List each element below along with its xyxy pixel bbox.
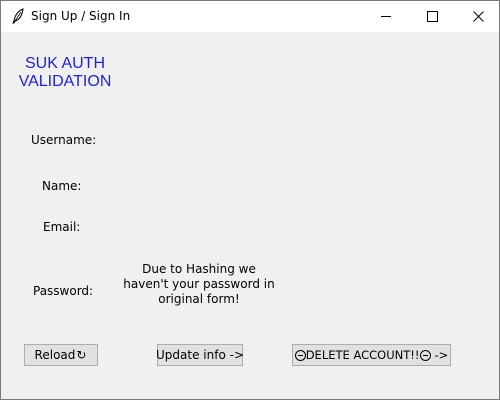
heading-line-2: VALIDATION xyxy=(18,73,112,90)
reload-icon: ↻ xyxy=(76,348,87,362)
circle-minus-icon xyxy=(419,349,431,361)
delete-arrow: -> xyxy=(434,348,449,362)
delete-account-button[interactable]: DELETE ACCOUNT!! -> xyxy=(292,344,451,366)
username-label: Username: xyxy=(31,133,97,147)
heading-line-1: SUK AUTH xyxy=(24,55,105,72)
feather-icon xyxy=(12,8,24,24)
title-bar[interactable]: Sign Up / Sign In xyxy=(1,1,499,32)
reload-button-label: Reload xyxy=(34,348,76,362)
circle-minus-icon xyxy=(294,349,306,361)
app-heading: SUK AUTH VALIDATION xyxy=(15,55,115,91)
close-button[interactable] xyxy=(455,1,500,32)
name-label: Name: xyxy=(42,179,82,193)
hash-note: Due to Hashing we haven't your password … xyxy=(123,262,275,306)
update-info-button[interactable]: Update info -> xyxy=(156,344,244,366)
delete-account-label: DELETE ACCOUNT!! xyxy=(305,348,420,362)
minimize-button[interactable] xyxy=(363,1,409,32)
window-title: Sign Up / Sign In xyxy=(31,9,131,23)
app-window: Sign Up / Sign In SUK AUTH VALIDATION Us… xyxy=(0,0,500,400)
password-label: Password: xyxy=(33,284,94,298)
maximize-icon xyxy=(426,11,438,22)
minimize-icon xyxy=(380,16,391,17)
email-label: Email: xyxy=(43,220,81,234)
close-icon xyxy=(472,11,484,22)
update-info-label: Update info -> xyxy=(156,348,244,362)
reload-button[interactable]: Reload ↻ xyxy=(24,344,98,366)
maximize-button[interactable] xyxy=(409,1,455,32)
